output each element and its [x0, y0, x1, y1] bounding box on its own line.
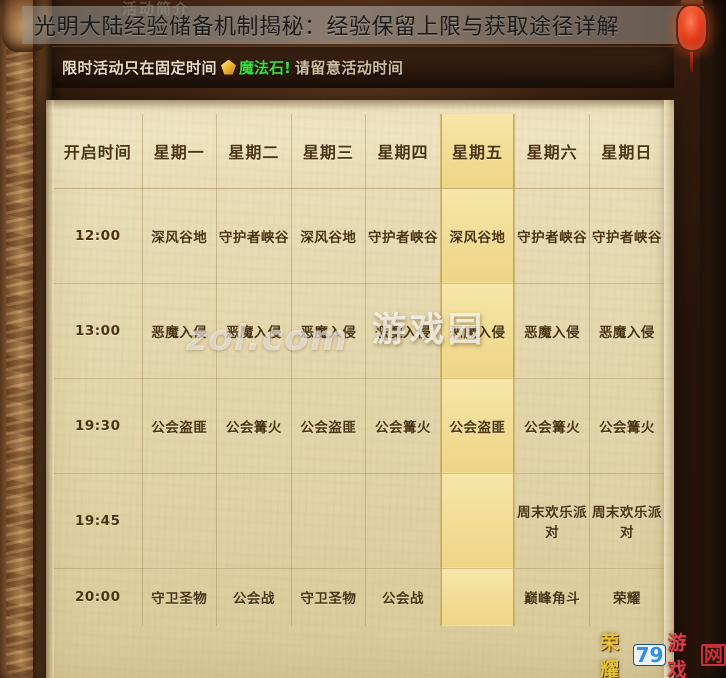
cell-activity: 恶魔入侵: [216, 283, 292, 379]
column-header-time: 开启时间: [54, 114, 143, 189]
scroll-top-shadow: [46, 100, 674, 110]
scroll-right-edge: [664, 100, 674, 678]
schedule-scroll-panel: 开启时间 星期一 星期二 星期三 星期四 星期五 星期六 星期日 12:00 深风谷地 守护者峡谷…: [46, 100, 674, 678]
cell-time: 20:00: [54, 568, 143, 626]
cell-activity: 深风谷地: [142, 188, 218, 284]
gem-icon: [221, 59, 237, 75]
schedule-table-wrapper: 开启时间 星期一 星期二 星期三 星期四 星期五 星期六 星期日 12:00 深风谷地 守护者峡谷…: [54, 114, 664, 678]
table-row: 19:30 公会盗匪 公会篝火 公会盗匪 公会篝火 公会盗匪 公会篝火 公会篝火: [54, 378, 664, 474]
cell-activity: 周末欢乐派对: [514, 473, 590, 569]
cell-activity: [440, 473, 516, 569]
table-row: 12:00 深风谷地 守护者峡谷 深风谷地 守护者峡谷 深风谷地 守护者峡谷 守护者峡谷: [54, 188, 664, 284]
cell-activity: 恶魔入侵: [142, 283, 218, 379]
cell-activity: 公会战: [365, 568, 441, 626]
table-row: 20:00 守卫圣物 公会战 守卫圣物 公会战 巅峰角斗 荣耀: [54, 568, 664, 626]
column-header-day-1: 星期一: [142, 114, 218, 189]
cell-activity: 公会战: [216, 568, 292, 626]
table-header-row: 开启时间 星期一 星期二 星期三 星期四 星期五 星期六 星期日: [54, 114, 664, 189]
cell-time: 19:30: [54, 378, 143, 474]
column-header-day-7: 星期日: [589, 114, 664, 189]
cell-activity: 深风谷地: [291, 188, 367, 284]
cell-activity: 公会篝火: [216, 378, 292, 474]
cell-activity: 守护者峡谷: [365, 188, 441, 284]
cell-time: 13:00: [54, 283, 143, 379]
cell-activity: 公会盗匪: [142, 378, 218, 474]
lantern-tassel: [690, 52, 693, 72]
cell-activity: 周末欢乐派对: [589, 473, 664, 569]
schedule-table-body: 12:00 深风谷地 守护者峡谷 深风谷地 守护者峡谷 深风谷地 守护者峡谷 守护者峡谷 13:…: [54, 188, 664, 626]
notice-tail-text: 请留意活动时间: [294, 58, 404, 77]
cell-activity: 公会篝火: [365, 378, 441, 474]
page-title-bar: 光明大陆经验储备机制揭秘：经验保留上限与获取途径详解: [22, 6, 704, 44]
cell-activity: 深风谷地: [440, 188, 516, 284]
cell-activity: 守卫圣物: [291, 568, 367, 626]
cell-time: 19:45: [54, 473, 143, 569]
scroll-left-edge: [46, 100, 54, 678]
table-row: 13:00 恶魔入侵 恶魔入侵 恶魔入侵 恶魔入侵 恶魔入侵 恶魔入侵 恶魔入侵: [54, 283, 664, 379]
screenshot-root: 活动简介 光明大陆经验储备机制揭秘：经验保留上限与获取途径详解 限时活动只在固定…: [0, 0, 726, 678]
cell-activity: [216, 473, 292, 569]
cell-activity: 公会盗匪: [440, 378, 516, 474]
cell-activity: 恶魔入侵: [514, 283, 590, 379]
cell-activity: 守护者峡谷: [216, 188, 292, 284]
schedule-table: 开启时间 星期一 星期二 星期三 星期四 星期五 星期六 星期日 12:00 深风谷地 守护者峡谷…: [54, 114, 664, 626]
right-dark-border-decoration: [700, 0, 726, 678]
notice-lead-text: 限时活动只在固定时间: [62, 58, 218, 77]
cell-activity: 守卫圣物: [142, 568, 218, 626]
cell-time: 12:00: [54, 188, 143, 284]
notice-bar: 限时活动只在固定时间 魔法石! 请留意活动时间: [52, 46, 674, 88]
cell-activity: 公会篝火: [514, 378, 590, 474]
cell-activity: [142, 473, 218, 569]
page-title: 光明大陆经验储备机制揭秘：经验保留上限与获取途径详解: [34, 15, 620, 40]
table-row: 19:45 周末欢乐派对 周末欢乐派对: [54, 473, 664, 569]
cell-activity: [440, 568, 516, 626]
lantern-body: [676, 4, 708, 52]
notice-item-label: 魔法石!: [239, 58, 291, 77]
cell-activity: 恶魔入侵: [365, 283, 441, 379]
column-header-day-6: 星期六: [514, 114, 590, 189]
left-wooden-pillar-decoration: [0, 0, 52, 678]
notice-item: 魔法石!: [221, 57, 291, 78]
cell-activity: 公会盗匪: [291, 378, 367, 474]
cell-activity: [365, 473, 441, 569]
cell-activity: 守护者峡谷: [589, 188, 664, 284]
column-header-day-4: 星期四: [365, 114, 441, 189]
cell-activity: 巅峰角斗: [514, 568, 590, 626]
red-lantern-icon: [672, 0, 712, 74]
cell-activity: 公会篝火: [589, 378, 664, 474]
cell-activity: [291, 473, 367, 569]
cell-activity: 恶魔入侵: [440, 283, 516, 379]
column-header-day-5: 星期五: [440, 114, 516, 189]
schedule-table-head: 开启时间 星期一 星期二 星期三 星期四 星期五 星期六 星期日: [54, 114, 664, 189]
column-header-day-3: 星期三: [291, 114, 367, 189]
cell-activity: 荣耀: [612, 591, 641, 608]
cell-activity: 恶魔入侵: [291, 283, 367, 379]
column-header-day-2: 星期二: [216, 114, 292, 189]
cell-activity: 守护者峡谷: [514, 188, 590, 284]
cell-activity: 恶魔入侵: [589, 283, 664, 379]
